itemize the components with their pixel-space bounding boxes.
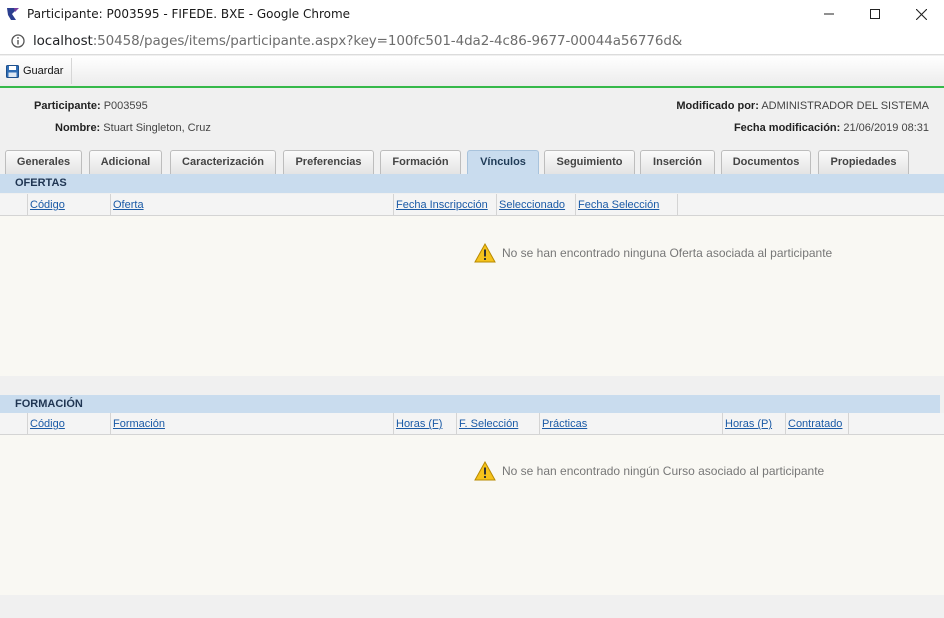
tab-propiedades[interactable]: Propiedades [818,150,909,174]
ofertas-col-seleccionado[interactable]: Seleccionado [496,194,575,216]
modificado-row: Modificado por: ADMINISTRADOR DEL SISTEM… [676,100,929,112]
formacion-col-horas-p[interactable]: Horas (P) [722,413,785,435]
close-window-button[interactable] [898,0,944,28]
tab-strip: Generales Adicional Caracterización Pref… [0,150,944,174]
ofertas-col-spacer [0,194,27,216]
warning-icon [474,243,496,263]
tab-seguimiento[interactable]: Seguimiento [544,150,635,174]
nombre-value: Stuart Singleton, Cruz [103,122,211,134]
info-icon[interactable] [11,34,25,48]
window-titlebar: Participante: P003595 - FIFEDE. BXE - Go… [0,0,944,28]
tab-caracterizacion[interactable]: Caracterización [170,150,276,174]
formacion-section-title: FORMACIÓN [0,395,940,414]
url-text[interactable]: localhost:50458/pages/items/participante… [33,33,682,49]
ofertas-grid-header: Código Oferta Fecha Inscripcción Selecci… [0,194,944,216]
toolbar: Guardar [0,56,944,88]
ofertas-col-filler [677,194,944,216]
participante-row: Participante: P003595 [34,100,148,112]
formacion-col-horas-f[interactable]: Horas (F) [393,413,456,435]
app-logo-icon [7,8,19,20]
maximize-icon [870,9,880,19]
ofertas-section-title: OFERTAS [0,174,944,193]
participante-label: Participante: [34,100,101,112]
url-path: :50458/pages/items/participante.aspx?key… [92,33,683,49]
floppy-disk-icon [6,64,19,78]
formacion-empty-text: No se han encontrado ningún Curso asocia… [502,464,825,478]
ofertas-col-fecha-inscripcion[interactable]: Fecha Inscripcción [393,194,496,216]
maximize-button[interactable] [852,0,898,28]
participante-value: P003595 [103,100,148,112]
formacion-col-practicas[interactable]: Prácticas [539,413,722,435]
modificado-value: ADMINISTRADOR DEL SISTEMA [761,100,929,112]
fecha-row: Fecha modificación: 21/06/2019 08:31 [734,122,929,134]
url-host: localhost [33,33,93,49]
ofertas-empty-text: No se han encontrado ninguna Oferta asoc… [502,246,833,260]
window-title: Participante: P003595 - FIFEDE. BXE - Go… [27,7,351,21]
ofertas-col-fecha-seleccion[interactable]: Fecha Selección [575,194,677,216]
address-bar[interactable]: localhost:50458/pages/items/participante… [0,28,944,55]
formacion-col-formacion[interactable]: Formación [110,413,393,435]
formacion-col-contratado[interactable]: Contratado [785,413,848,435]
formacion-col-codigo[interactable]: Código [27,413,110,435]
tab-adicional[interactable]: Adicional [89,150,162,174]
formacion-grid-body: No se han encontrado ningún Curso asocia… [0,435,944,595]
participant-info-header: Participante: P003595 Nombre: Stuart Sin… [0,90,944,148]
ofertas-col-oferta[interactable]: Oferta [110,194,393,216]
formacion-empty-message: No se han encontrado ningún Curso asocia… [474,461,824,481]
fecha-label: Fecha modificación: [733,122,841,134]
modificado-label: Modificado por: [676,100,759,112]
tab-documentos[interactable]: Documentos [721,150,811,174]
warning-icon [474,461,496,481]
nombre-label: Nombre: [55,122,101,134]
fecha-value: 21/06/2019 08:31 [843,122,929,134]
minimize-icon [824,13,834,15]
tab-preferencias[interactable]: Preferencias [283,150,374,174]
tab-formacion[interactable]: Formación [380,150,461,174]
ofertas-grid-body: No se han encontrado ninguna Oferta asoc… [0,216,944,376]
nombre-row: Nombre: Stuart Singleton, Cruz [55,122,211,134]
formacion-grid-header: Código Formación Horas (F) F. Selección … [0,413,944,435]
formacion-col-filler [848,413,944,435]
tab-vinculos[interactable]: Vínculos [467,150,539,174]
formacion-col-f-seleccion[interactable]: F. Selección [456,413,539,435]
save-button[interactable]: Guardar [0,58,73,84]
close-icon [915,8,927,20]
ofertas-col-codigo[interactable]: Código [27,194,110,216]
ofertas-empty-message: No se han encontrado ninguna Oferta asoc… [474,243,832,263]
formacion-col-spacer [0,413,27,435]
save-button-label: Guardar [23,65,64,77]
minimize-button[interactable] [806,0,852,28]
tab-generales[interactable]: Generales [5,150,82,174]
tab-insercion[interactable]: Inserción [640,150,715,174]
